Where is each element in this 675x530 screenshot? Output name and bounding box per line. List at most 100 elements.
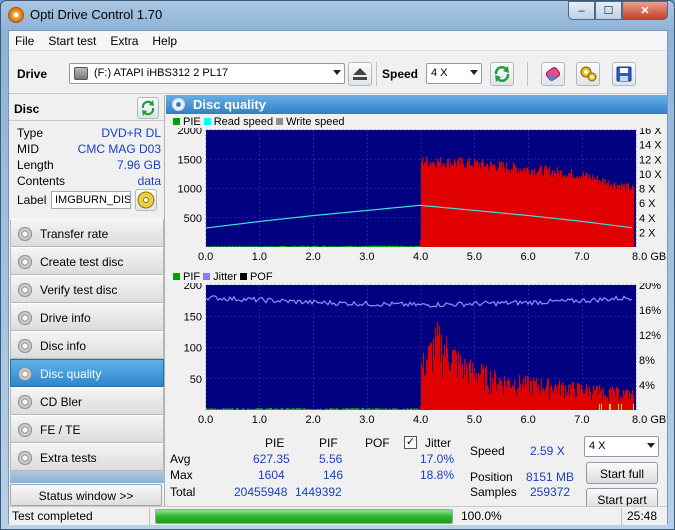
bar — [591, 180, 593, 247]
bar — [447, 348, 449, 410]
disc-label-button[interactable] — [135, 189, 157, 211]
max-pie: 1604 — [258, 468, 285, 482]
refresh-speed-button[interactable] — [490, 62, 514, 86]
maximize-button[interactable]: ☐ — [595, 1, 622, 20]
erase-button[interactable] — [541, 62, 565, 86]
sidebar-filler — [10, 471, 164, 483]
bar — [608, 180, 610, 247]
sidebar-item-label: Verify test disc — [40, 283, 118, 297]
disc-label-input[interactable]: IMGBURN_DIS — [51, 191, 131, 209]
bar — [443, 165, 445, 247]
test-speed-select[interactable]: 4 X — [584, 436, 659, 457]
bar — [599, 179, 601, 247]
sidebar-item-disc-quality[interactable]: Disc quality — [10, 359, 164, 387]
x-tick-label: 8.0 GB — [632, 414, 666, 423]
start-full-button[interactable]: Start full — [586, 462, 658, 484]
y-left-tick-label: 150 — [184, 311, 202, 323]
bar — [475, 162, 477, 247]
menu-help[interactable]: Help — [146, 31, 185, 50]
bar — [559, 176, 561, 247]
bar — [608, 401, 610, 410]
bar — [332, 408, 334, 410]
bar — [487, 164, 489, 247]
minimize-button[interactable]: – — [568, 1, 595, 20]
bar — [343, 408, 345, 410]
sidebar-item-cd-bler[interactable]: CD Bler — [10, 387, 164, 415]
bar — [345, 408, 347, 410]
bar — [584, 175, 586, 247]
bar — [328, 409, 330, 410]
disc-icon — [18, 283, 32, 297]
bar — [547, 379, 549, 410]
bar — [592, 393, 594, 410]
bar — [351, 245, 353, 247]
menu-file[interactable]: File — [9, 31, 42, 50]
bar — [564, 176, 566, 247]
status-window-button[interactable]: Status window >> — [10, 484, 162, 506]
bar — [490, 161, 492, 247]
bar — [543, 176, 545, 247]
save-button[interactable] — [612, 62, 636, 86]
sidebar-item-drive-info[interactable]: Drive info — [10, 303, 164, 331]
bar — [500, 163, 502, 247]
bar — [254, 246, 256, 247]
bar — [630, 189, 632, 247]
bar — [566, 177, 568, 247]
bar — [548, 378, 550, 410]
menu-start-test[interactable]: Start test — [42, 31, 104, 50]
bar — [308, 408, 310, 410]
bar — [416, 246, 418, 247]
sidebar-item-verify-test-disc[interactable]: Verify test disc — [10, 275, 164, 303]
sidebar-item-create-test-disc[interactable]: Create test disc — [10, 247, 164, 275]
drive-select[interactable]: (F:) ATAPI iHBS312 2 PL17 — [69, 63, 345, 84]
bar — [533, 377, 535, 410]
disc-length-value: 7.96 GB — [116, 158, 161, 172]
bar — [402, 408, 404, 410]
bar — [562, 177, 564, 247]
speed-select[interactable]: 4 X — [426, 63, 482, 84]
bar — [502, 167, 504, 247]
row-total-label: Total — [170, 485, 196, 499]
bar — [524, 387, 526, 410]
settings-button[interactable] — [576, 62, 600, 86]
bar — [459, 362, 461, 410]
bar — [555, 173, 557, 247]
bar — [224, 408, 226, 410]
bar — [454, 159, 456, 247]
sidebar-item-extra-tests[interactable]: Extra tests — [10, 443, 164, 471]
bar — [209, 408, 211, 410]
bar — [477, 161, 479, 247]
bar — [532, 170, 534, 247]
bar — [322, 246, 324, 247]
disc-icon — [18, 311, 32, 325]
bar — [492, 165, 494, 247]
bar — [525, 375, 527, 410]
bar — [522, 383, 524, 410]
sidebar-item-transfer-rate[interactable]: Transfer rate — [10, 219, 164, 247]
bar — [604, 395, 606, 410]
progress-text: 100.0% — [461, 509, 502, 523]
jitter-checkbox[interactable]: ✓ — [404, 436, 417, 449]
bar — [310, 408, 312, 410]
bar — [421, 363, 423, 410]
bar — [329, 246, 331, 247]
eject-button[interactable] — [348, 62, 372, 86]
sidebar-item-fe-te[interactable]: FE / TE — [10, 415, 164, 443]
bar — [363, 407, 365, 410]
sidebar-item-disc-info[interactable]: Disc info — [10, 331, 164, 359]
bar — [473, 167, 475, 247]
bar — [621, 183, 623, 247]
bar — [314, 245, 316, 247]
bar — [211, 408, 213, 410]
bar — [372, 245, 374, 247]
bar — [403, 409, 405, 410]
disc-refresh-button[interactable] — [137, 97, 159, 119]
bar — [397, 245, 399, 247]
bar — [433, 161, 435, 247]
bar — [553, 393, 555, 410]
close-button[interactable]: ✕ — [622, 1, 668, 20]
bar — [388, 245, 390, 247]
bar — [419, 409, 421, 410]
menu-extra[interactable]: Extra — [104, 31, 146, 50]
title-bar: Opti Drive Control 1.70 – ☐ ✕ — [1, 1, 674, 29]
